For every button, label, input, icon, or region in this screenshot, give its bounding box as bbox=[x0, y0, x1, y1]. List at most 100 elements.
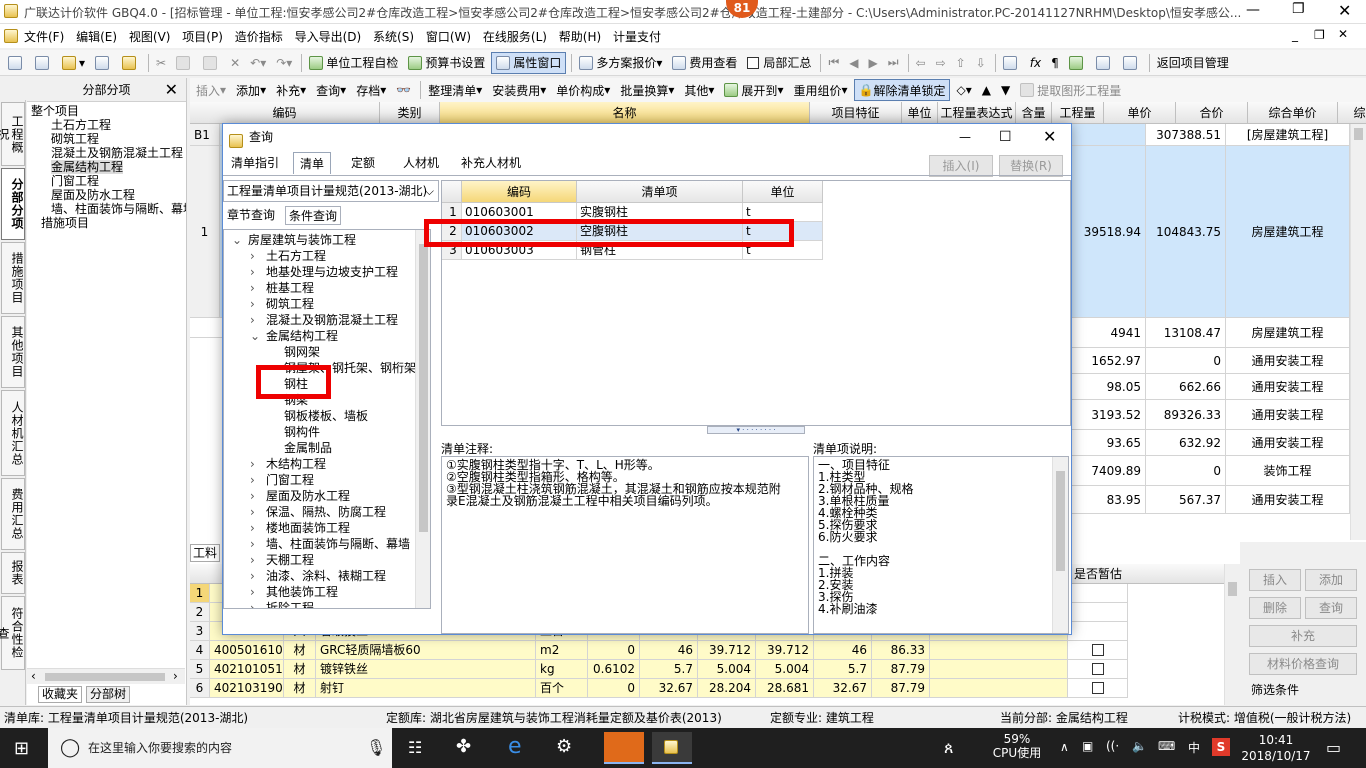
close-icon[interactable]: ✕ bbox=[165, 78, 178, 102]
estimate-checkbox-cell[interactable] bbox=[1068, 660, 1128, 679]
menu-window[interactable]: 窗口(W) bbox=[422, 24, 475, 45]
volume-icon[interactable]: 🔈 bbox=[1132, 739, 1147, 753]
task-view-icon[interactable]: ☷ bbox=[408, 738, 422, 757]
detail-cell[interactable]: 0 bbox=[588, 679, 640, 698]
vtab-other[interactable]: 其他项目 bbox=[1, 316, 25, 388]
list-col-name[interactable]: 清单项 bbox=[577, 181, 743, 203]
vtab-sub-items[interactable]: 分部分项 bbox=[1, 168, 25, 240]
detail-query-button[interactable]: 查询 bbox=[1305, 597, 1357, 619]
b1-total[interactable]: 307388.51 bbox=[1146, 124, 1226, 146]
col-unit-total[interactable]: 综合单价 bbox=[1248, 102, 1338, 124]
fee-view-button[interactable]: 费用查看 bbox=[668, 52, 741, 74]
chevron-right-icon[interactable]: › bbox=[250, 520, 266, 536]
gear-app-icon[interactable]: ⚙ bbox=[556, 736, 572, 757]
detail-cell[interactable]: GRC轻质隔墙板60 bbox=[316, 641, 536, 660]
paste-icon[interactable] bbox=[199, 52, 224, 74]
unlock-button[interactable]: 🔒 解除清单锁定 bbox=[853, 79, 951, 101]
detail-cell[interactable]: 4021010510 bbox=[210, 660, 284, 679]
down-icon[interactable]: ▼ bbox=[997, 79, 1014, 101]
vtab-overview[interactable]: 工程概况 bbox=[0, 102, 25, 166]
detail-vscrollbar[interactable] bbox=[1224, 564, 1240, 705]
left-hscrollbar[interactable]: ‹ › bbox=[27, 668, 185, 684]
save-lib-menu[interactable]: 存档 ▾ bbox=[352, 79, 390, 101]
file-cell[interactable]: 通用安装工程 bbox=[1226, 348, 1350, 374]
detail-cell[interactable]: 5.7 bbox=[814, 660, 872, 679]
gbq-task-icon[interactable] bbox=[604, 732, 644, 764]
first-icon[interactable]: ⏮ bbox=[824, 52, 843, 74]
list-col-unit[interactable]: 单位 bbox=[743, 181, 823, 203]
estimate-checkbox-cell[interactable] bbox=[1068, 584, 1128, 603]
detail-cell[interactable]: 39.712 bbox=[756, 641, 814, 660]
file-cell[interactable]: 通用安装工程 bbox=[1226, 374, 1350, 400]
wifi-icon[interactable]: ((· bbox=[1106, 739, 1119, 753]
chevron-right-icon[interactable]: › bbox=[250, 568, 266, 584]
detail-cell[interactable]: 28.204 bbox=[698, 679, 756, 698]
detail-cell[interactable]: 86.33 bbox=[872, 641, 930, 660]
unit-price-cell[interactable]: 98.05 bbox=[1072, 374, 1146, 400]
formula-icon[interactable]: fx bbox=[1026, 52, 1045, 74]
chapter-tree-node[interactable]: 钢板楼板、墙板 bbox=[224, 408, 430, 424]
editor-task-icon[interactable] bbox=[652, 732, 692, 764]
detail-cell[interactable]: 46 bbox=[814, 641, 872, 660]
col-quantity[interactable]: 工程量 bbox=[1052, 102, 1104, 124]
col-type[interactable]: 类别 bbox=[380, 102, 440, 124]
prev-icon[interactable]: ◀ bbox=[845, 52, 862, 74]
reuse-price-menu[interactable]: 重用组价 ▾ bbox=[789, 79, 851, 101]
cut-icon[interactable]: ✂ bbox=[152, 52, 170, 74]
detail-cell[interactable]: 材 bbox=[284, 679, 316, 698]
taskbar-search[interactable]: ◯ 在这里输入你要搜索的内容 🎙 bbox=[48, 728, 392, 768]
b1-file[interactable]: [房屋建筑工程] bbox=[1226, 124, 1350, 146]
mdi-minimize-button[interactable]: _ bbox=[1292, 28, 1298, 42]
arrow-up-icon[interactable]: ⇧ bbox=[952, 52, 970, 74]
return-project-button[interactable]: 返回项目管理 bbox=[1153, 52, 1233, 74]
keyboard-icon[interactable]: ⌨ bbox=[1158, 739, 1175, 753]
subtab-chapter[interactable]: 章节查询 bbox=[227, 206, 275, 223]
chapter-tree-node[interactable]: › 门窗工程 bbox=[224, 472, 430, 488]
detail-cell[interactable]: 0 bbox=[588, 641, 640, 660]
open-icon[interactable]: ▾ bbox=[58, 52, 89, 74]
detail-cell[interactable]: m2 bbox=[536, 641, 588, 660]
tree-node[interactable]: 屋面及防水工程 bbox=[31, 188, 186, 202]
file-cell[interactable]: 通用安装工程 bbox=[1226, 486, 1350, 514]
new-file-icon[interactable] bbox=[31, 52, 56, 74]
col-name[interactable]: 名称 bbox=[440, 102, 810, 124]
chevron-right-icon[interactable]: › bbox=[250, 488, 266, 504]
tab-favorites[interactable]: 收藏夹 bbox=[38, 686, 83, 703]
estimate-checkbox[interactable] bbox=[1091, 663, 1104, 675]
row1-unit-price[interactable]: 39518.94 bbox=[1072, 146, 1146, 318]
cube-icon[interactable] bbox=[1092, 52, 1117, 74]
chevron-right-icon[interactable]: › bbox=[250, 536, 266, 552]
chevron-right-icon[interactable]: › bbox=[250, 472, 266, 488]
unit-price-cell[interactable]: 83.95 bbox=[1072, 486, 1146, 514]
file-cell[interactable]: 通用安装工程 bbox=[1226, 400, 1350, 430]
dialog-maximize-button[interactable]: ☐ bbox=[999, 124, 1012, 150]
total-cell[interactable]: 662.66 bbox=[1146, 374, 1226, 400]
detail-insert-button[interactable]: 插入 bbox=[1249, 569, 1301, 591]
arrow-down-icon[interactable]: ⇩ bbox=[972, 52, 990, 74]
total-cell[interactable]: 0 bbox=[1146, 456, 1226, 486]
menu-view[interactable]: 视图(V) bbox=[125, 24, 175, 45]
chapter-tree-node[interactable]: › 屋面及防水工程 bbox=[224, 488, 430, 504]
estimate-checkbox[interactable] bbox=[1091, 644, 1104, 656]
ie-icon[interactable]: e bbox=[508, 734, 522, 759]
vtab-fee-summary[interactable]: 费用汇总 bbox=[1, 478, 25, 550]
estimate-checkbox-cell[interactable] bbox=[1068, 641, 1128, 660]
file-cell[interactable]: 通用安装工程 bbox=[1226, 430, 1350, 456]
arrow-left-icon[interactable]: ⇦ bbox=[912, 52, 930, 74]
chapter-tree-node[interactable]: › 地基处理与边坡支护工程 bbox=[224, 264, 430, 280]
tray-expand-icon[interactable]: ∧ bbox=[1060, 740, 1069, 754]
chapter-tree-node[interactable]: ⌄ 金属结构工程 bbox=[224, 328, 430, 344]
next-icon[interactable]: ▶ bbox=[864, 52, 881, 74]
tree-node[interactable]: 砌筑工程 bbox=[31, 132, 186, 146]
col-unit[interactable]: 单位 bbox=[902, 102, 938, 124]
batch-menu[interactable]: 批量换算 ▾ bbox=[616, 79, 678, 101]
chapter-tree-node[interactable]: 金属制品 bbox=[224, 440, 430, 456]
menu-payment[interactable]: 计量支付 bbox=[609, 24, 665, 45]
copy-icon[interactable] bbox=[172, 52, 197, 74]
query-menu[interactable]: 查询 ▾ bbox=[312, 79, 350, 101]
unit-price-cell[interactable]: 7409.89 bbox=[1072, 456, 1146, 486]
extract-qty-button[interactable]: 提取图形工程量 bbox=[1016, 79, 1125, 101]
new-icon[interactable] bbox=[4, 52, 29, 74]
vtab-reports[interactable]: 报表 bbox=[1, 552, 25, 594]
minimize-button[interactable]: — bbox=[1246, 2, 1260, 18]
